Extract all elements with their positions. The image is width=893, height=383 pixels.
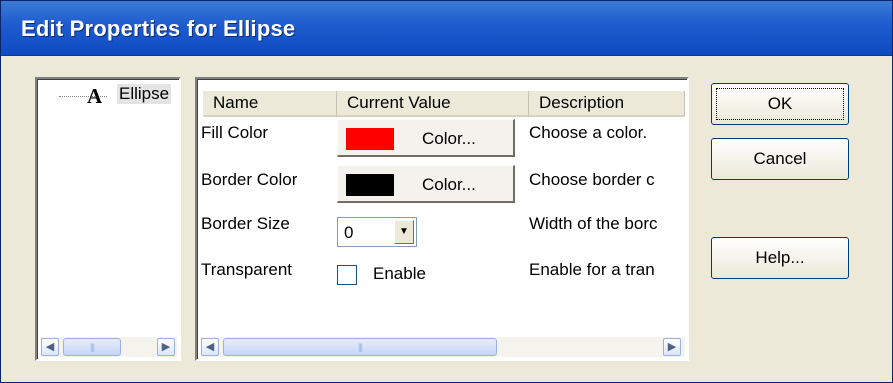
column-header-description[interactable]: Description [529,91,685,117]
border-color-button[interactable]: Color... [337,165,515,203]
ok-button[interactable]: OK [711,83,849,125]
tree-item-ellipse[interactable]: Ellipse [117,84,172,104]
border-color-button-label: Color... [422,175,476,194]
cancel-button[interactable]: Cancel [711,138,849,180]
transparent-checkbox[interactable] [337,265,357,285]
help-button-label: Help... [755,248,805,267]
transparent-checkbox-label[interactable]: Enable [373,264,426,284]
fill-color-button-label: Color... [422,129,476,148]
property-name-border-size: Border Size [201,214,290,233]
scroll-right-icon[interactable]: ▶ [663,338,681,356]
column-header-current-value[interactable]: Current Value [337,91,529,117]
object-tree[interactable]: A Ellipse ◀ ||| ▶ [35,77,181,361]
title-bar[interactable]: Edit Properties for Ellipse [1,1,892,56]
scroll-left-icon[interactable]: ◀ [41,338,59,356]
description-border-size: Width of the borc [529,214,658,233]
text-a-icon: A [87,84,103,108]
scrollbar-thumb[interactable]: ||| [63,338,121,356]
edit-properties-dialog: Edit Properties for Ellipse A Ellipse ◀ … [0,0,893,383]
property-name-border-color: Border Color [201,170,298,189]
chevron-down-icon[interactable]: ▼ [394,220,414,244]
dialog-title: Edit Properties for Ellipse [21,16,296,41]
cancel-button-label: Cancel [753,149,807,168]
help-button[interactable]: Help... [711,237,849,279]
column-header-name[interactable]: Name [203,91,337,117]
border-size-value: 0 [344,223,354,242]
border-size-select[interactable]: 0 ▼ [337,217,417,247]
description-fill-color: Choose a color. [529,123,648,142]
scroll-right-icon[interactable]: ▶ [157,338,175,356]
description-border-color: Choose border c [529,170,655,189]
property-name-transparent: Transparent [201,260,293,279]
fill-color-button[interactable]: Color... [337,119,515,157]
property-grid: Name Current Value Description Fill Colo… [195,77,689,361]
scrollbar-thumb[interactable]: ||| [223,338,497,356]
border-color-swatch [346,174,394,196]
description-transparent: Enable for a tran [529,260,655,279]
grid-horizontal-scrollbar[interactable]: ◀ ||| ▶ [201,337,685,357]
fill-color-swatch [346,128,394,150]
ok-button-label: OK [767,94,793,113]
property-name-fill-color: Fill Color [201,123,269,142]
tree-horizontal-scrollbar[interactable]: ◀ ||| ▶ [41,337,177,357]
scroll-left-icon[interactable]: ◀ [201,338,219,356]
